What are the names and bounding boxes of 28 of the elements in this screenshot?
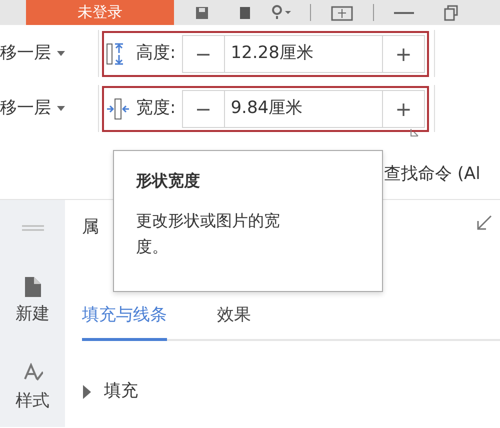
window-icon[interactable] [331, 4, 353, 20]
decrease-button[interactable]: − [182, 34, 225, 72]
size-field[interactable]: 宽度: − 9.84厘米 + [102, 86, 429, 132]
panel-tab[interactable]: 效果 [217, 302, 251, 341]
tooltip-text: 更改形状或图片的宽度。 [136, 210, 281, 258]
restore-icon[interactable] [444, 4, 458, 20]
field-label: 宽度: [136, 96, 176, 120]
tooltip-title: 形状宽度 [136, 170, 200, 192]
layer-dropdown[interactable]: 移一层 [0, 40, 98, 66]
size-field[interactable]: 高度: − 12.28厘米 + [102, 30, 429, 76]
collapse-icon[interactable] [476, 215, 492, 231]
increase-button[interactable]: + [382, 90, 425, 128]
panel-tab[interactable]: 填充与线条 [82, 302, 167, 341]
increase-button[interactable]: + [382, 34, 425, 72]
sidebar-item[interactable]: 新建 [16, 276, 50, 328]
panel-title: 属 [82, 216, 99, 239]
caret-icon [57, 50, 65, 56]
caret-icon [57, 106, 65, 111]
section-header[interactable]: 填充 [82, 379, 138, 404]
drag-handle-icon[interactable] [22, 225, 44, 231]
field-label: 高度: [136, 42, 176, 65]
save-icon[interactable] [194, 4, 210, 20]
layer-dropdown[interactable]: 移一层 [0, 96, 98, 122]
dialog-launcher-icon[interactable] [410, 128, 419, 137]
sidebar-item[interactable]: 样式 [16, 362, 50, 414]
width-icon [106, 98, 130, 120]
decrease-button[interactable]: − [182, 90, 225, 128]
search-field[interactable]: 查找命令 (Al [384, 162, 500, 188]
